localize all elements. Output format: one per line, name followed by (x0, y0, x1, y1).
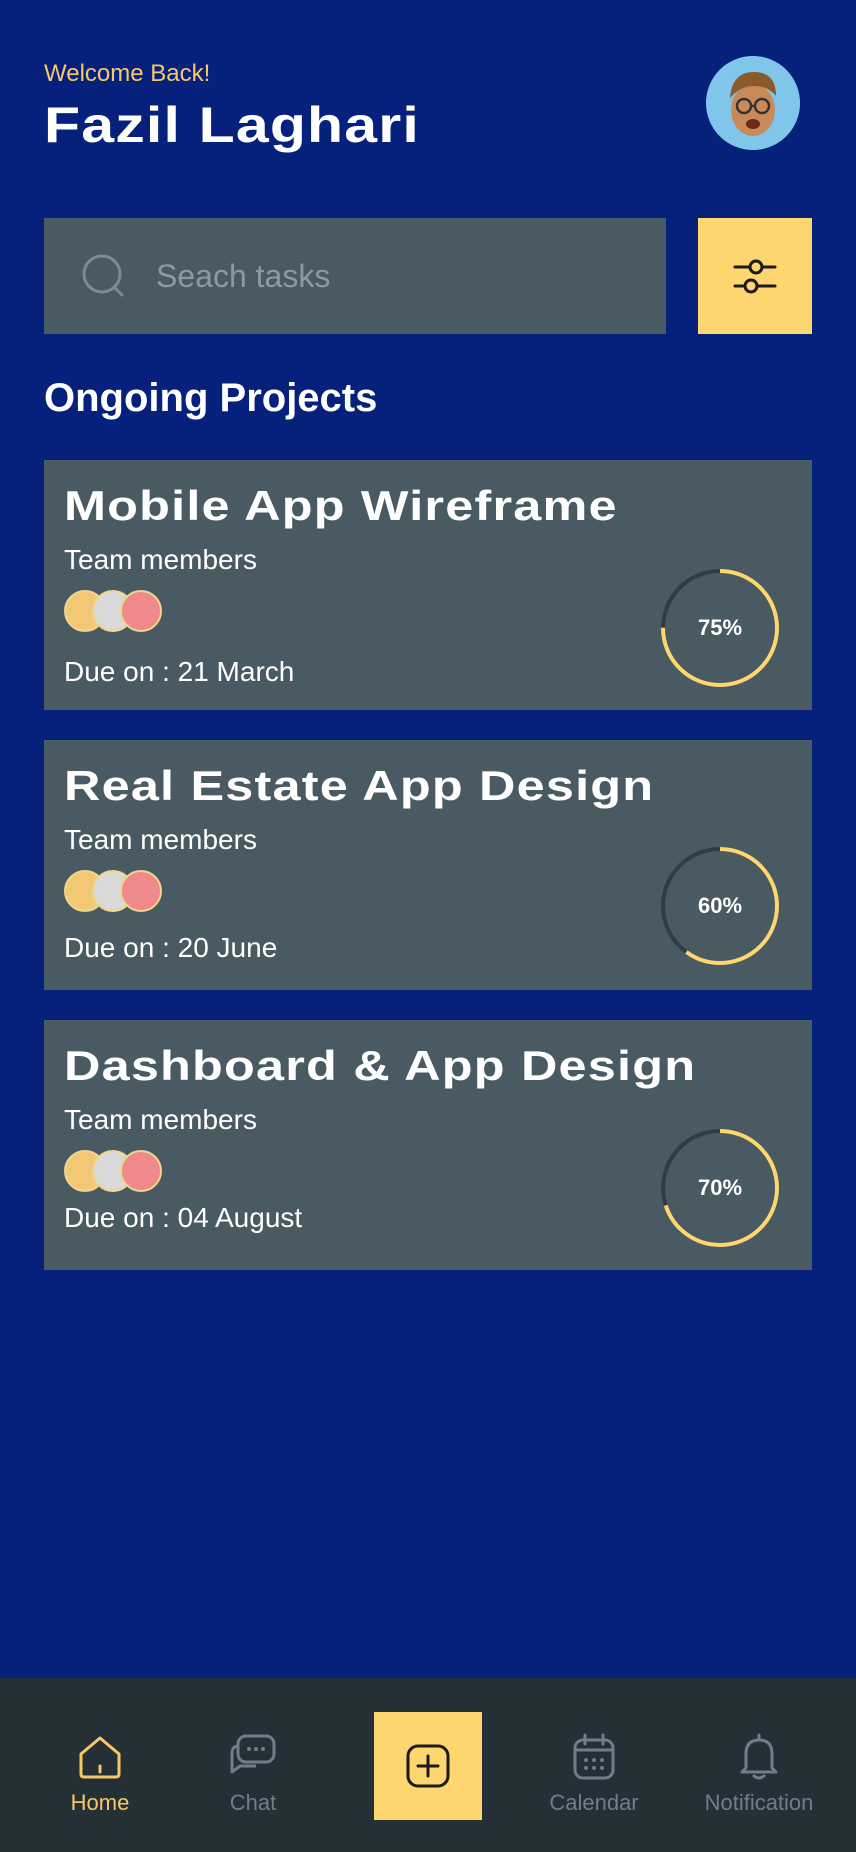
member-avatar-icon (120, 1150, 162, 1192)
member-avatar-icon (120, 590, 162, 632)
nav-notification[interactable]: Notification (684, 1732, 834, 1816)
bell-icon (740, 1733, 778, 1780)
team-members-label: Team members (64, 544, 257, 575)
project-title: Mobile App Wireframe (64, 482, 618, 529)
due-date: Due on : 21 March (64, 656, 295, 687)
user-avatar[interactable] (706, 56, 800, 150)
nav-label: Chat (229, 1790, 277, 1815)
project-card[interactable]: Dashboard & App Design Team members Due … (44, 1020, 812, 1270)
project-title: Dashboard & App Design (64, 1042, 697, 1089)
team-members-label: Team members (64, 824, 257, 855)
search-input[interactable] (156, 218, 656, 334)
bottom-nav: Home Chat Calendar Notification (0, 1678, 856, 1852)
search-icon (82, 254, 124, 297)
progress-ring: 60% (660, 846, 780, 966)
progress-percent: 75% (697, 615, 743, 640)
progress-percent: 60% (697, 893, 743, 918)
team-avatars (64, 870, 174, 912)
progress-ring: 70% (660, 1128, 780, 1248)
team-avatars (64, 1150, 174, 1192)
nav-home[interactable]: Home (25, 1732, 175, 1816)
project-card[interactable]: Real Estate App Design Team members Due … (44, 740, 812, 990)
filter-button[interactable] (698, 218, 812, 334)
progress-percent: 70% (697, 1175, 743, 1200)
chat-icon (230, 1734, 276, 1774)
project-title: Real Estate App Design (64, 762, 655, 809)
plus-square-icon (406, 1744, 450, 1788)
nav-label: Notification (704, 1790, 814, 1815)
sliders-icon (733, 259, 777, 294)
user-name: Fazil Laghari (44, 97, 420, 153)
add-task-button[interactable] (374, 1712, 482, 1820)
team-avatars (64, 590, 174, 632)
search-bar[interactable] (44, 218, 666, 334)
due-date: Due on : 20 June (64, 932, 278, 963)
nav-chat[interactable]: Chat (178, 1732, 328, 1816)
progress-ring: 75% (660, 568, 780, 688)
home-icon (79, 1736, 121, 1779)
memoji-avatar-icon (706, 56, 800, 150)
section-title: Ongoing Projects (44, 376, 378, 420)
nav-label: Home (70, 1790, 130, 1815)
nav-label: Calendar (549, 1790, 639, 1815)
team-members-label: Team members (64, 1104, 257, 1135)
welcome-text: Welcome Back! (44, 60, 211, 87)
due-date: Due on : 04 August (64, 1202, 303, 1233)
calendar-icon (573, 1733, 615, 1780)
member-avatar-icon (120, 870, 162, 912)
nav-calendar[interactable]: Calendar (519, 1732, 669, 1816)
project-card[interactable]: Mobile App Wireframe Team members Due on… (44, 460, 812, 710)
